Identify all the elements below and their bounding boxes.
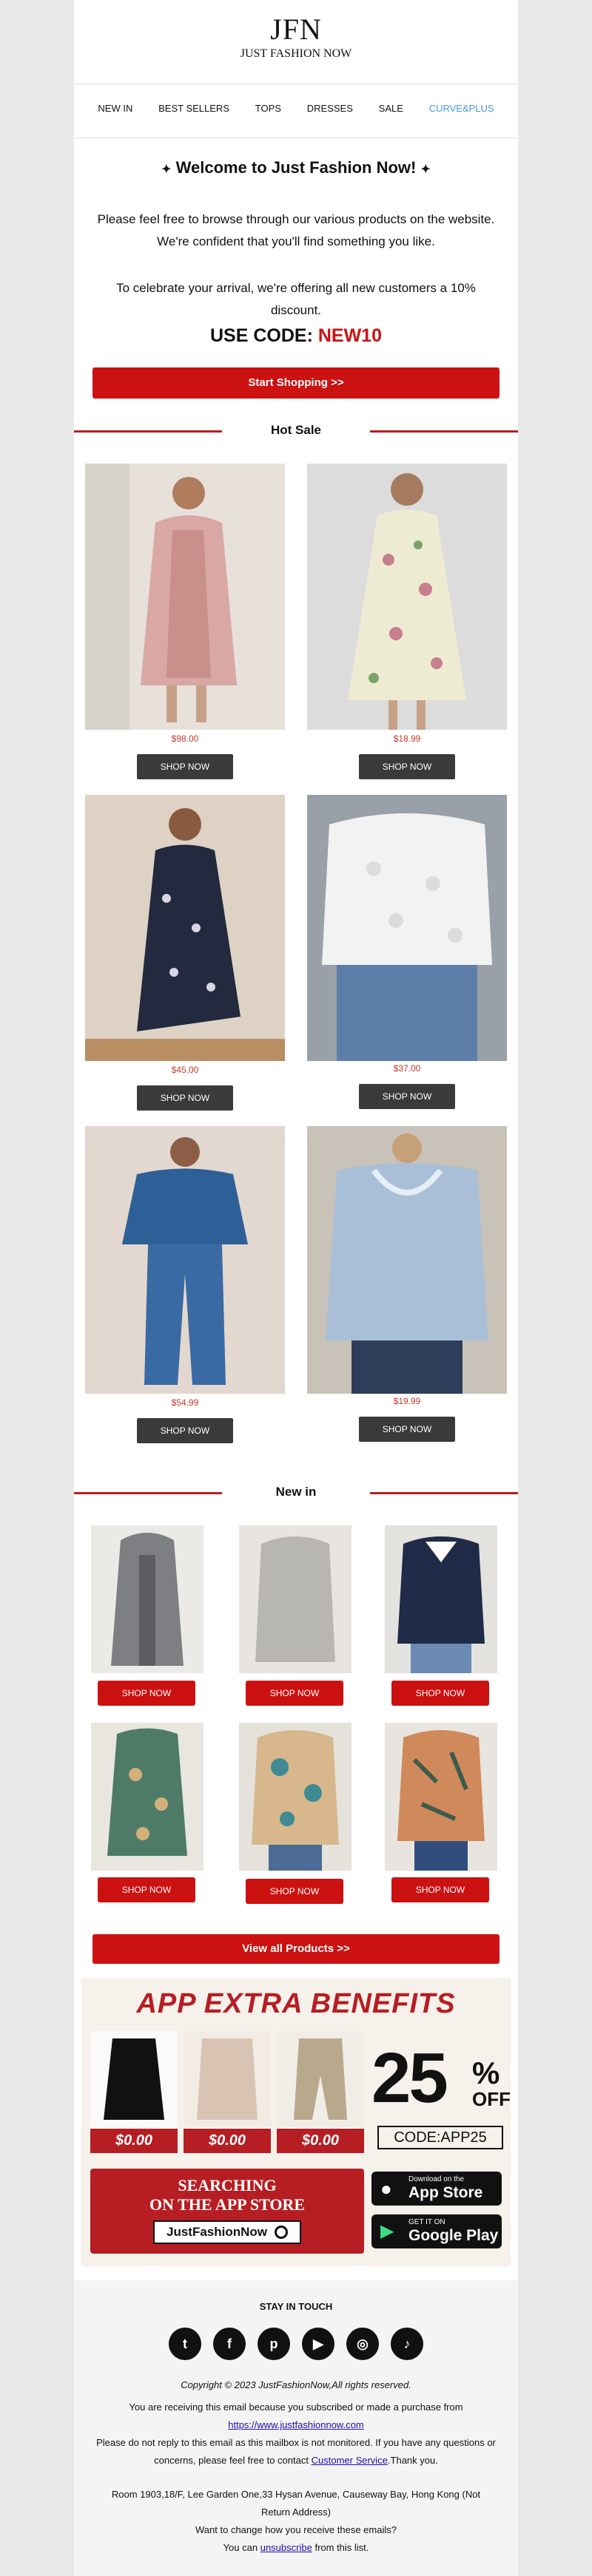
product-price: $98.00: [171, 733, 199, 744]
app-store-badge[interactable]: ● Download on the App Store: [371, 2172, 502, 2206]
shop-now-button[interactable]: SHOP NOW: [137, 1085, 233, 1111]
brand-name: JUST FASHION NOW: [240, 47, 352, 60]
product-photo-green-dress: [91, 1723, 204, 1871]
shop-now-button[interactable]: SHOP NOW: [359, 754, 455, 779]
product-photo-navy-floral-dress: [85, 795, 285, 1061]
product-photo-grey-jacket: [91, 1525, 204, 1673]
new-in-image[interactable]: [91, 1525, 204, 1673]
footer-noreply: Please do not reply to this email as thi…: [96, 2437, 496, 2466]
twitter-icon[interactable]: t: [169, 2328, 201, 2360]
apple-icon: ●: [380, 2177, 392, 2200]
nav-new-in[interactable]: NEW IN: [98, 103, 132, 114]
stay-in-touch: STAY IN TOUCH: [259, 2301, 333, 2312]
google-play-badge[interactable]: ▶ GET IT ON Google Play: [371, 2214, 502, 2248]
app-product-image: $0.00: [277, 2031, 364, 2153]
product-image[interactable]: [307, 464, 507, 730]
shop-now-button[interactable]: SHOP NOW: [246, 1879, 343, 1904]
promo-code: NEW10: [317, 325, 382, 346]
shop-now-button[interactable]: SHOP NOW: [359, 1417, 455, 1442]
product-image[interactable]: [85, 795, 285, 1061]
app-headline: APP EXTRA BENEFITS: [136, 1988, 456, 2019]
product-photo-grey-sweater: [239, 1525, 352, 1673]
product-photo-floral-dress: [307, 464, 507, 730]
google-play-icon: ▶: [380, 2221, 394, 2241]
customer-service-link[interactable]: Customer Service: [312, 2455, 388, 2466]
youtube-icon[interactable]: ▶: [302, 2328, 334, 2360]
shop-now-button[interactable]: SHOP NOW: [137, 754, 233, 779]
unsubscribe-link[interactable]: unsubscribe: [260, 2542, 312, 2553]
hot-sale-header: Hot Sale: [74, 420, 518, 442]
new-in-image[interactable]: [239, 1723, 352, 1871]
main-nav: NEW IN BEST SELLERS TOPS DRESSES SALE CU…: [74, 103, 518, 114]
footer-change: Want to change how you receive these ema…: [195, 2524, 397, 2535]
product-photo-pink-dress: [85, 464, 285, 730]
new-in-image[interactable]: [385, 1525, 497, 1673]
product-photo-navy-top: [385, 1525, 497, 1673]
view-all-products-button[interactable]: View all Products >>: [92, 1934, 500, 1964]
pinterest-icon[interactable]: p: [258, 2328, 290, 2360]
site-link[interactable]: https://www.justfashionnow.com: [228, 2419, 364, 2430]
shop-now-button[interactable]: SHOP NOW: [391, 1681, 489, 1706]
discount-percent-sign: %: [472, 2055, 500, 2090]
product-price: $19.99: [393, 1396, 421, 1406]
promo-code-line: USE CODE: NEW10: [210, 325, 382, 346]
product-photo-blue-set: [85, 1126, 285, 1394]
new-in-image[interactable]: [385, 1723, 497, 1871]
product-image[interactable]: [307, 1126, 507, 1394]
product-photo-blue-lace-top: [307, 1126, 507, 1394]
discount-off: OFF: [472, 2088, 511, 2110]
product-photo-white-lace-top: [307, 795, 507, 1061]
app-price: $0.00: [184, 2129, 271, 2153]
app-product-image: $0.00: [184, 2031, 271, 2153]
instagram-icon[interactable]: ◎: [346, 2328, 379, 2360]
product-image[interactable]: [85, 1126, 285, 1394]
shop-now-button[interactable]: SHOP NOW: [98, 1877, 195, 1902]
new-in-image[interactable]: [91, 1723, 204, 1871]
product-photo-tropical-top: [385, 1723, 497, 1871]
app-search-box: JustFashionNow: [153, 2220, 301, 2244]
start-shopping-button[interactable]: Start Shopping >>: [92, 367, 500, 399]
social-links: t f p ▶ ◎ ♪: [169, 2328, 423, 2360]
product-price: $54.99: [171, 1397, 199, 1408]
welcome-title: ✦ Welcome to Just Fashion Now! ✦: [161, 158, 431, 177]
discount-percent: 25: [371, 2038, 448, 2118]
product-price: $37.00: [393, 1063, 421, 1074]
tiktok-icon[interactable]: ♪: [391, 2328, 423, 2360]
new-in-header: New in: [74, 1482, 518, 1504]
app-store-search-panel: SEARCHING ON THE APP STORE JustFashionNo…: [90, 2169, 364, 2254]
new-in-image[interactable]: [239, 1525, 352, 1673]
footer-unsubscribe: You can unsubscribe from this list.: [223, 2542, 369, 2553]
nav-sale[interactable]: SALE: [379, 103, 403, 114]
nav-curve-plus[interactable]: CURVE&PLUS: [429, 103, 494, 114]
party-icon: ✦: [420, 163, 431, 176]
discount-paragraph: To celebrate your arrival, we're offerin…: [116, 281, 476, 317]
product-image[interactable]: [307, 795, 507, 1061]
app-benefits-banner[interactable]: APP EXTRA BENEFITS $0.00 $0.00 $0.00 25 …: [81, 1978, 511, 2266]
nav-tops[interactable]: TOPS: [255, 103, 281, 114]
shop-now-button[interactable]: SHOP NOW: [246, 1681, 343, 1706]
email-body: JFN JUST FASHION NOW NEW IN BEST SELLERS…: [74, 0, 518, 2576]
product-photo-teal-print-top: [239, 1723, 352, 1871]
app-price: $0.00: [90, 2129, 178, 2153]
nav-best-sellers[interactable]: BEST SELLERS: [158, 103, 229, 114]
brand-logo[interactable]: JFN: [74, 13, 518, 46]
nav-dresses[interactable]: DRESSES: [307, 103, 353, 114]
product-price: $45.00: [171, 1065, 199, 1075]
welcome-paragraph: Please feel free to browse through our v…: [97, 212, 495, 248]
copyright: Copyright © 2023 JustFashionNow,All righ…: [181, 2379, 411, 2390]
footer-receiving: You are receiving this email because you…: [129, 2402, 463, 2430]
party-icon: ✦: [161, 163, 172, 176]
footer-address: Room 1903,18/F, Lee Garden One,33 Hysan …: [111, 2489, 481, 2518]
product-price: $18.99: [393, 733, 421, 744]
shop-now-button[interactable]: SHOP NOW: [391, 1877, 489, 1902]
app-code: CODE:APP25: [377, 2126, 503, 2149]
app-price: $0.00: [277, 2129, 364, 2153]
shop-now-button[interactable]: SHOP NOW: [359, 1084, 455, 1109]
shop-now-button[interactable]: SHOP NOW: [98, 1681, 195, 1706]
app-product-image: $0.00: [90, 2031, 178, 2153]
search-icon: [275, 2226, 288, 2239]
facebook-icon[interactable]: f: [213, 2328, 246, 2360]
product-image[interactable]: [85, 464, 285, 730]
shop-now-button[interactable]: SHOP NOW: [137, 1418, 233, 1443]
